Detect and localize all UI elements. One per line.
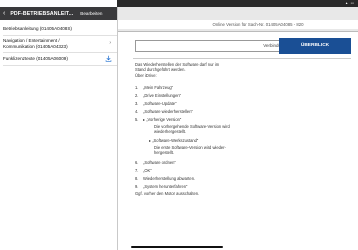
sidebar-header: ‹ PDF-BETRIEBSANLEIT... Bearbeiten: [0, 7, 117, 20]
sidebar-item-label: Funklizenztexte (01405A06009): [3, 56, 68, 61]
chevron-right-icon: ›: [109, 40, 111, 46]
sidebar-item-label-line2: Kommunikation (01405A04323): [3, 43, 68, 49]
overview-button[interactable]: ÜBERBLICK: [279, 38, 351, 54]
wifi-icon: ▴: [345, 1, 348, 5]
step-number: 8.: [135, 176, 139, 181]
step-detail: wiederhergestellt.: [154, 129, 187, 134]
edit-button[interactable]: Bearbeiten: [80, 11, 102, 16]
step-detail: hergestellt.: [154, 150, 175, 155]
intro-line-2: Stand durchgeführt werden.: [135, 67, 186, 72]
sidebar: ‹ PDF-BETRIEBSANLEIT... Bearbeiten Betri…: [0, 0, 117, 250]
step-number: 6.: [135, 160, 139, 165]
status-icons: ▴ ▭: [346, 1, 354, 5]
step-number: 4.: [135, 109, 139, 114]
section-divider: [133, 58, 351, 59]
step-number: 3.: [135, 101, 139, 106]
step-label: „Software wiederherstellen“: [143, 109, 193, 114]
online-version-label: Online Version für Sach-Nr. 01405A04085 …: [118, 20, 358, 29]
step-label: „Mein Fahrzeug“: [143, 85, 174, 90]
sidebar-title: PDF-BETRIEBSANLEIT...: [10, 10, 74, 17]
idrive-heading: Über iDrive:: [135, 73, 157, 78]
sidebar-item-funklizenztexte[interactable]: Funklizenztexte (01405A06009): [3, 56, 68, 62]
step-label: „Software-Update“: [143, 101, 177, 106]
sidebar-item-navigation[interactable]: Navigation / Entertainment / Kommunikati…: [3, 38, 68, 49]
divider: [3, 35, 117, 36]
sidebar-item-label: Betriebsanleitung (01405A0408S): [3, 26, 72, 31]
step-label: „Software ordnen“: [143, 160, 176, 165]
document-top-border: [118, 31, 358, 32]
step-label: ▸ „Vorherige Version“: [143, 117, 182, 122]
step-number: 7.: [135, 168, 139, 173]
step-label: „System herunterfahren“: [143, 184, 188, 189]
step-number: 9.: [135, 184, 139, 189]
back-chevron-icon[interactable]: ‹: [3, 10, 5, 17]
final-note: Ggf. vorher den Motor ausschalten.: [135, 191, 200, 196]
sidebar-item-label-line1: Navigation / Entertainment /: [3, 38, 60, 43]
divider: [3, 65, 117, 66]
home-indicator[interactable]: [131, 246, 223, 248]
step-number: 5.: [135, 117, 139, 122]
sidebar-item-betriebsanleitung[interactable]: Betriebsanleitung (01405A0408S): [3, 26, 72, 32]
divider: [3, 52, 117, 53]
document-view: Verbindungen ÜBERBLICK Das Wiederherstel…: [118, 31, 358, 250]
step-number: 1.: [135, 85, 139, 90]
step-label: „OK“: [143, 168, 152, 173]
step-alternative: ▸ „Software-Werkszustand“: [149, 138, 199, 143]
step-label: Wiederherstellung abwarten.: [143, 176, 196, 181]
battery-icon: ▭: [350, 1, 354, 5]
step-number: 2.: [135, 93, 139, 98]
screen: 12:47 Mittwoch 9. Aug. ▴ ▭ ‹ PDF-BETRIEB…: [0, 0, 358, 250]
download-icon[interactable]: [105, 55, 112, 62]
step-label: „Drive Einstellungen“: [143, 93, 181, 98]
search-input[interactable]: Verbindungen: [135, 40, 296, 52]
